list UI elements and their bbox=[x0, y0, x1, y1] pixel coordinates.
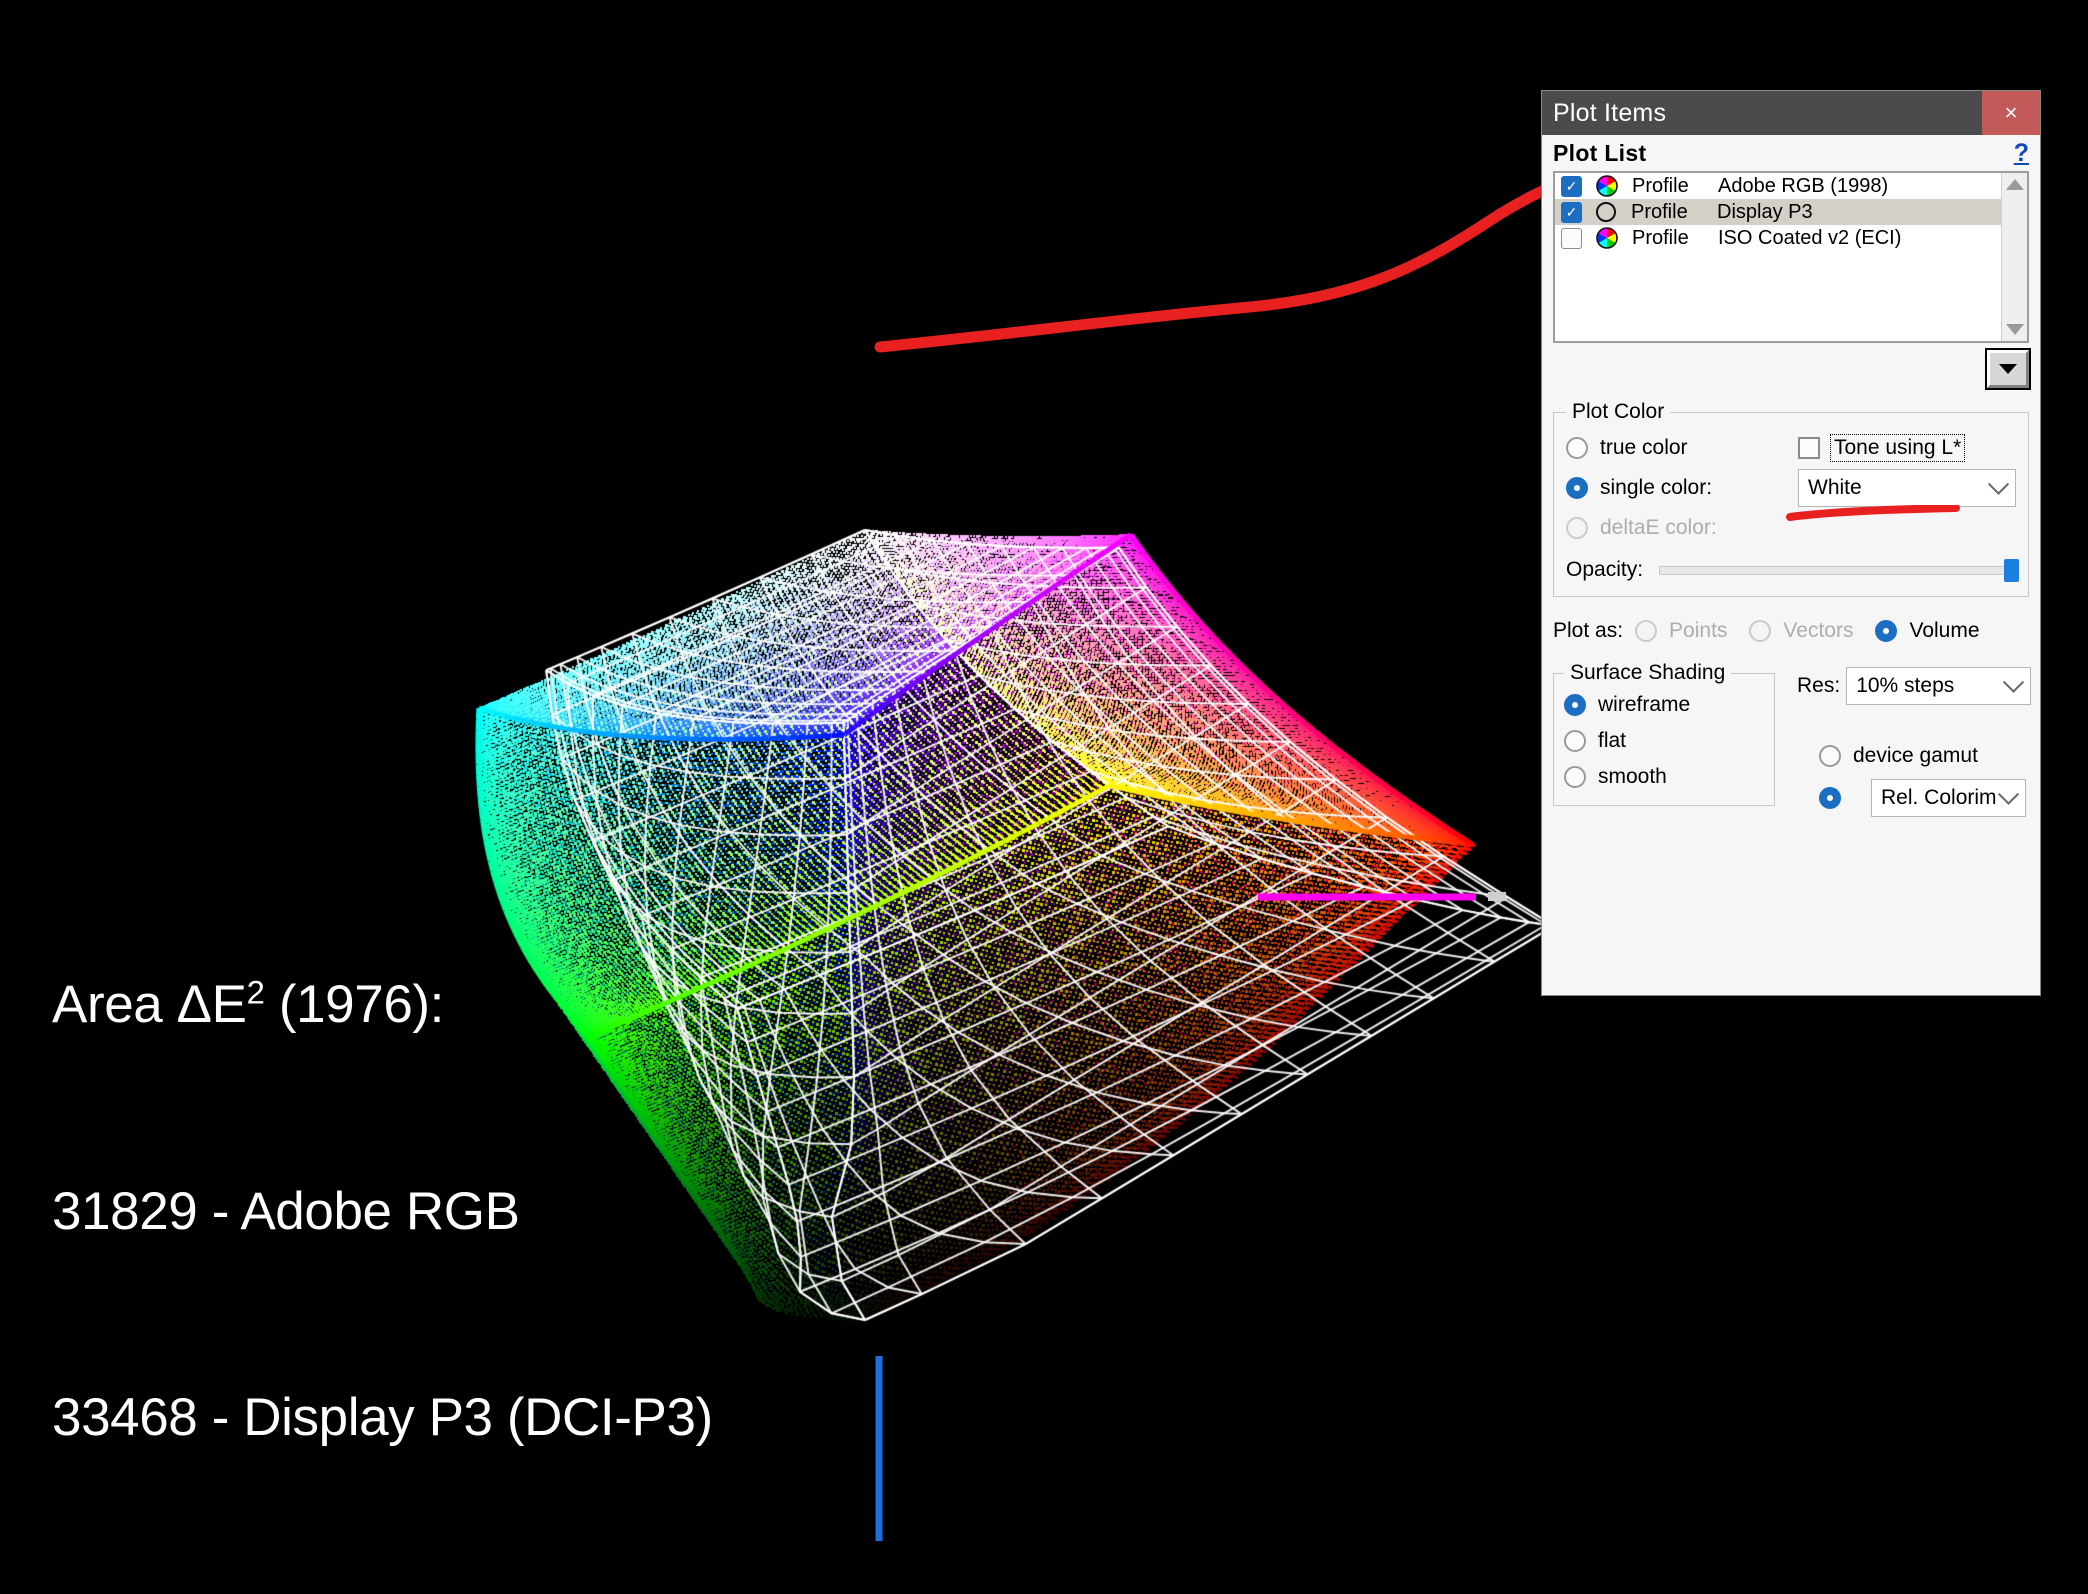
plot-list-box[interactable]: ✓ Profile Adobe RGB (1998) ✓ Profile Display … bbox=[1553, 171, 2029, 343]
plot-as-points-label: Points bbox=[1669, 619, 1728, 642]
chevron-down-icon bbox=[1987, 473, 2010, 495]
caption-line-3: 33468 - Display P3 (DCI-P3) bbox=[52, 1388, 713, 1448]
tone-using-l-option[interactable]: Tone using L* bbox=[1798, 428, 1966, 468]
opacity-label: Opacity: bbox=[1566, 558, 1644, 581]
dialog-title: Plot Items bbox=[1553, 98, 1667, 127]
single-color-radio[interactable] bbox=[1566, 477, 1588, 499]
caption-line-1-pre: Area ΔE bbox=[52, 974, 247, 1034]
list-dropdown-row bbox=[1553, 348, 2031, 390]
plot-list-label: Plot List bbox=[1553, 139, 1647, 166]
device-gamut-label: device gamut bbox=[1853, 744, 1978, 767]
plot-as-label: Plot as: bbox=[1553, 619, 1624, 642]
surface-shading-group: Surface Shading wireframe flat smooth bbox=[1553, 661, 1775, 806]
plot-list-row[interactable]: Profile ISO Coated v2 (ECI) bbox=[1555, 225, 2001, 251]
caption-line-1-sup: 2 bbox=[246, 973, 265, 1011]
true-color-radio[interactable] bbox=[1566, 437, 1588, 459]
chevron-down-icon bbox=[1997, 783, 2020, 805]
caption-line-1: Area ΔE2 (1976): bbox=[52, 971, 713, 1040]
device-gamut-radio[interactable] bbox=[1819, 745, 1841, 767]
plot-as-points-radio[interactable] bbox=[1635, 620, 1658, 642]
shading-smooth-option[interactable]: smooth bbox=[1564, 759, 1764, 795]
dialog-body: Plot List ? ✓ Profile Adobe RGB (1998) ✓ Pro… bbox=[1542, 135, 2040, 817]
shading-flat-label: flat bbox=[1598, 729, 1627, 752]
add-plot-item-dropdown-button[interactable] bbox=[1985, 348, 2031, 390]
delta-e-color-radio[interactable] bbox=[1566, 517, 1588, 539]
shading-flat-option[interactable]: flat bbox=[1564, 723, 1764, 759]
delta-e-color-option[interactable]: deltaE color: bbox=[1566, 508, 2016, 548]
plot-list-row-type: Profile bbox=[1632, 174, 1689, 197]
plot-list-rows[interactable]: ✓ Profile Adobe RGB (1998) ✓ Profile Display … bbox=[1555, 173, 2001, 341]
close-icon[interactable]: × bbox=[1982, 91, 2040, 135]
resolution-select[interactable]: 10% steps bbox=[1846, 667, 2032, 705]
plot-color-group: Plot Color true color Tone using L* sing… bbox=[1553, 400, 2029, 597]
resolution-row: Res: 10% steps bbox=[1797, 667, 2032, 705]
delta-e-color-label: deltaE color: bbox=[1600, 516, 1717, 539]
surface-shading-legend: Surface Shading bbox=[1570, 661, 1726, 684]
plot-items-dialog[interactable]: Plot Items × Plot List ? ✓ Profile Adobe R… bbox=[1541, 90, 2041, 996]
plot-list-row-checkbox[interactable]: ✓ bbox=[1561, 175, 1582, 197]
intent-radio[interactable] bbox=[1819, 787, 1841, 809]
plot-list-row-name: ISO Coated v2 (ECI) bbox=[1718, 226, 1902, 249]
plot-as-volume-option[interactable]: Volume bbox=[1875, 611, 1980, 651]
true-color-option[interactable]: true color bbox=[1566, 428, 1798, 468]
plot-list-row-name: Adobe RGB (1998) bbox=[1718, 174, 1889, 197]
device-gamut-option[interactable]: device gamut bbox=[1819, 739, 2031, 773]
plot-color-legend: Plot Color bbox=[1572, 400, 1665, 423]
plot-as-vectors-option[interactable]: Vectors bbox=[1749, 611, 1853, 651]
caption-line-2: 31829 - Adobe RGB bbox=[52, 1181, 520, 1241]
opacity-slider[interactable] bbox=[1659, 558, 2019, 582]
single-color-select[interactable]: White bbox=[1798, 469, 2016, 507]
surface-shading-column: Surface Shading wireframe flat smooth bbox=[1553, 661, 1775, 817]
plot-list-row[interactable]: ✓ Profile Adobe RGB (1998) bbox=[1555, 173, 2001, 199]
true-color-label: true color bbox=[1600, 436, 1688, 459]
empty-ring-icon bbox=[1596, 202, 1616, 222]
plot-list-row-type: Profile bbox=[1632, 226, 1689, 249]
color-wheel-icon bbox=[1596, 227, 1618, 249]
dialog-titlebar[interactable]: Plot Items × bbox=[1542, 91, 2040, 135]
single-color-label: single color: bbox=[1600, 476, 1713, 499]
intent-value: Rel. Colorim bbox=[1881, 786, 1997, 809]
opacity-row: Opacity: bbox=[1566, 558, 2019, 582]
color-wheel-icon bbox=[1596, 175, 1618, 197]
plot-as-vectors-label: Vectors bbox=[1783, 619, 1854, 642]
resolution-column: Res: 10% steps device gamut Rel. Colorim bbox=[1775, 661, 2032, 817]
gamut-area-caption: Area ΔE2 (1976): 31829 - Adobe RGB 33468… bbox=[52, 833, 713, 1522]
triangle-down-icon[interactable] bbox=[2005, 324, 2024, 335]
resolution-label: Res: bbox=[1797, 674, 1841, 697]
plot-as-volume-radio[interactable] bbox=[1875, 620, 1898, 642]
shading-wireframe-option[interactable]: wireframe bbox=[1564, 687, 1764, 723]
plot-list-scrollbar[interactable] bbox=[2001, 173, 2027, 341]
chevron-down-icon bbox=[2003, 671, 2025, 693]
plot-as-volume-label: Volume bbox=[1909, 619, 1980, 642]
tone-using-l-checkbox[interactable] bbox=[1798, 437, 1820, 459]
plot-list-header: Plot List ? bbox=[1553, 135, 2029, 171]
intent-option[interactable]: Rel. Colorim bbox=[1819, 779, 2031, 817]
single-color-option[interactable]: single color: bbox=[1566, 468, 1798, 508]
plot-list-row-type: Profile bbox=[1631, 200, 1688, 223]
shading-wireframe-radio[interactable] bbox=[1564, 694, 1586, 716]
opacity-slider-thumb[interactable] bbox=[2004, 558, 2019, 582]
shading-smooth-label: smooth bbox=[1598, 765, 1667, 788]
plot-as-vectors-radio[interactable] bbox=[1749, 620, 1772, 642]
intent-select[interactable]: Rel. Colorim bbox=[1871, 779, 2026, 817]
resolution-value: 10% steps bbox=[1856, 674, 1955, 697]
plot-list-row-name: Display P3 bbox=[1717, 200, 1813, 223]
triangle-up-icon[interactable] bbox=[2005, 179, 2024, 190]
plot-as-row: Plot as: Points Vectors Volume bbox=[1553, 611, 2029, 651]
plot-list-row-checkbox[interactable]: ✓ bbox=[1561, 201, 1582, 223]
single-color-value: White bbox=[1808, 476, 1862, 499]
plot-as-points-option[interactable]: Points bbox=[1635, 611, 1727, 651]
shading-smooth-radio[interactable] bbox=[1564, 766, 1586, 788]
gamut-mode-group: device gamut Rel. Colorim bbox=[1797, 739, 2031, 817]
tone-using-l-label: Tone using L* bbox=[1830, 434, 1966, 462]
chevron-down-icon bbox=[1999, 364, 2017, 374]
shading-and-resolution-row: Surface Shading wireframe flat smooth Re… bbox=[1553, 661, 2032, 817]
plot-list-row-checkbox[interactable] bbox=[1561, 227, 1582, 249]
shading-wireframe-label: wireframe bbox=[1598, 693, 1691, 716]
plot-list-row[interactable]: ✓ Profile Display P3 bbox=[1555, 199, 2001, 225]
caption-line-1-post: (1976): bbox=[264, 974, 445, 1034]
help-icon[interactable]: ? bbox=[2014, 139, 2029, 168]
shading-flat-radio[interactable] bbox=[1564, 730, 1586, 752]
